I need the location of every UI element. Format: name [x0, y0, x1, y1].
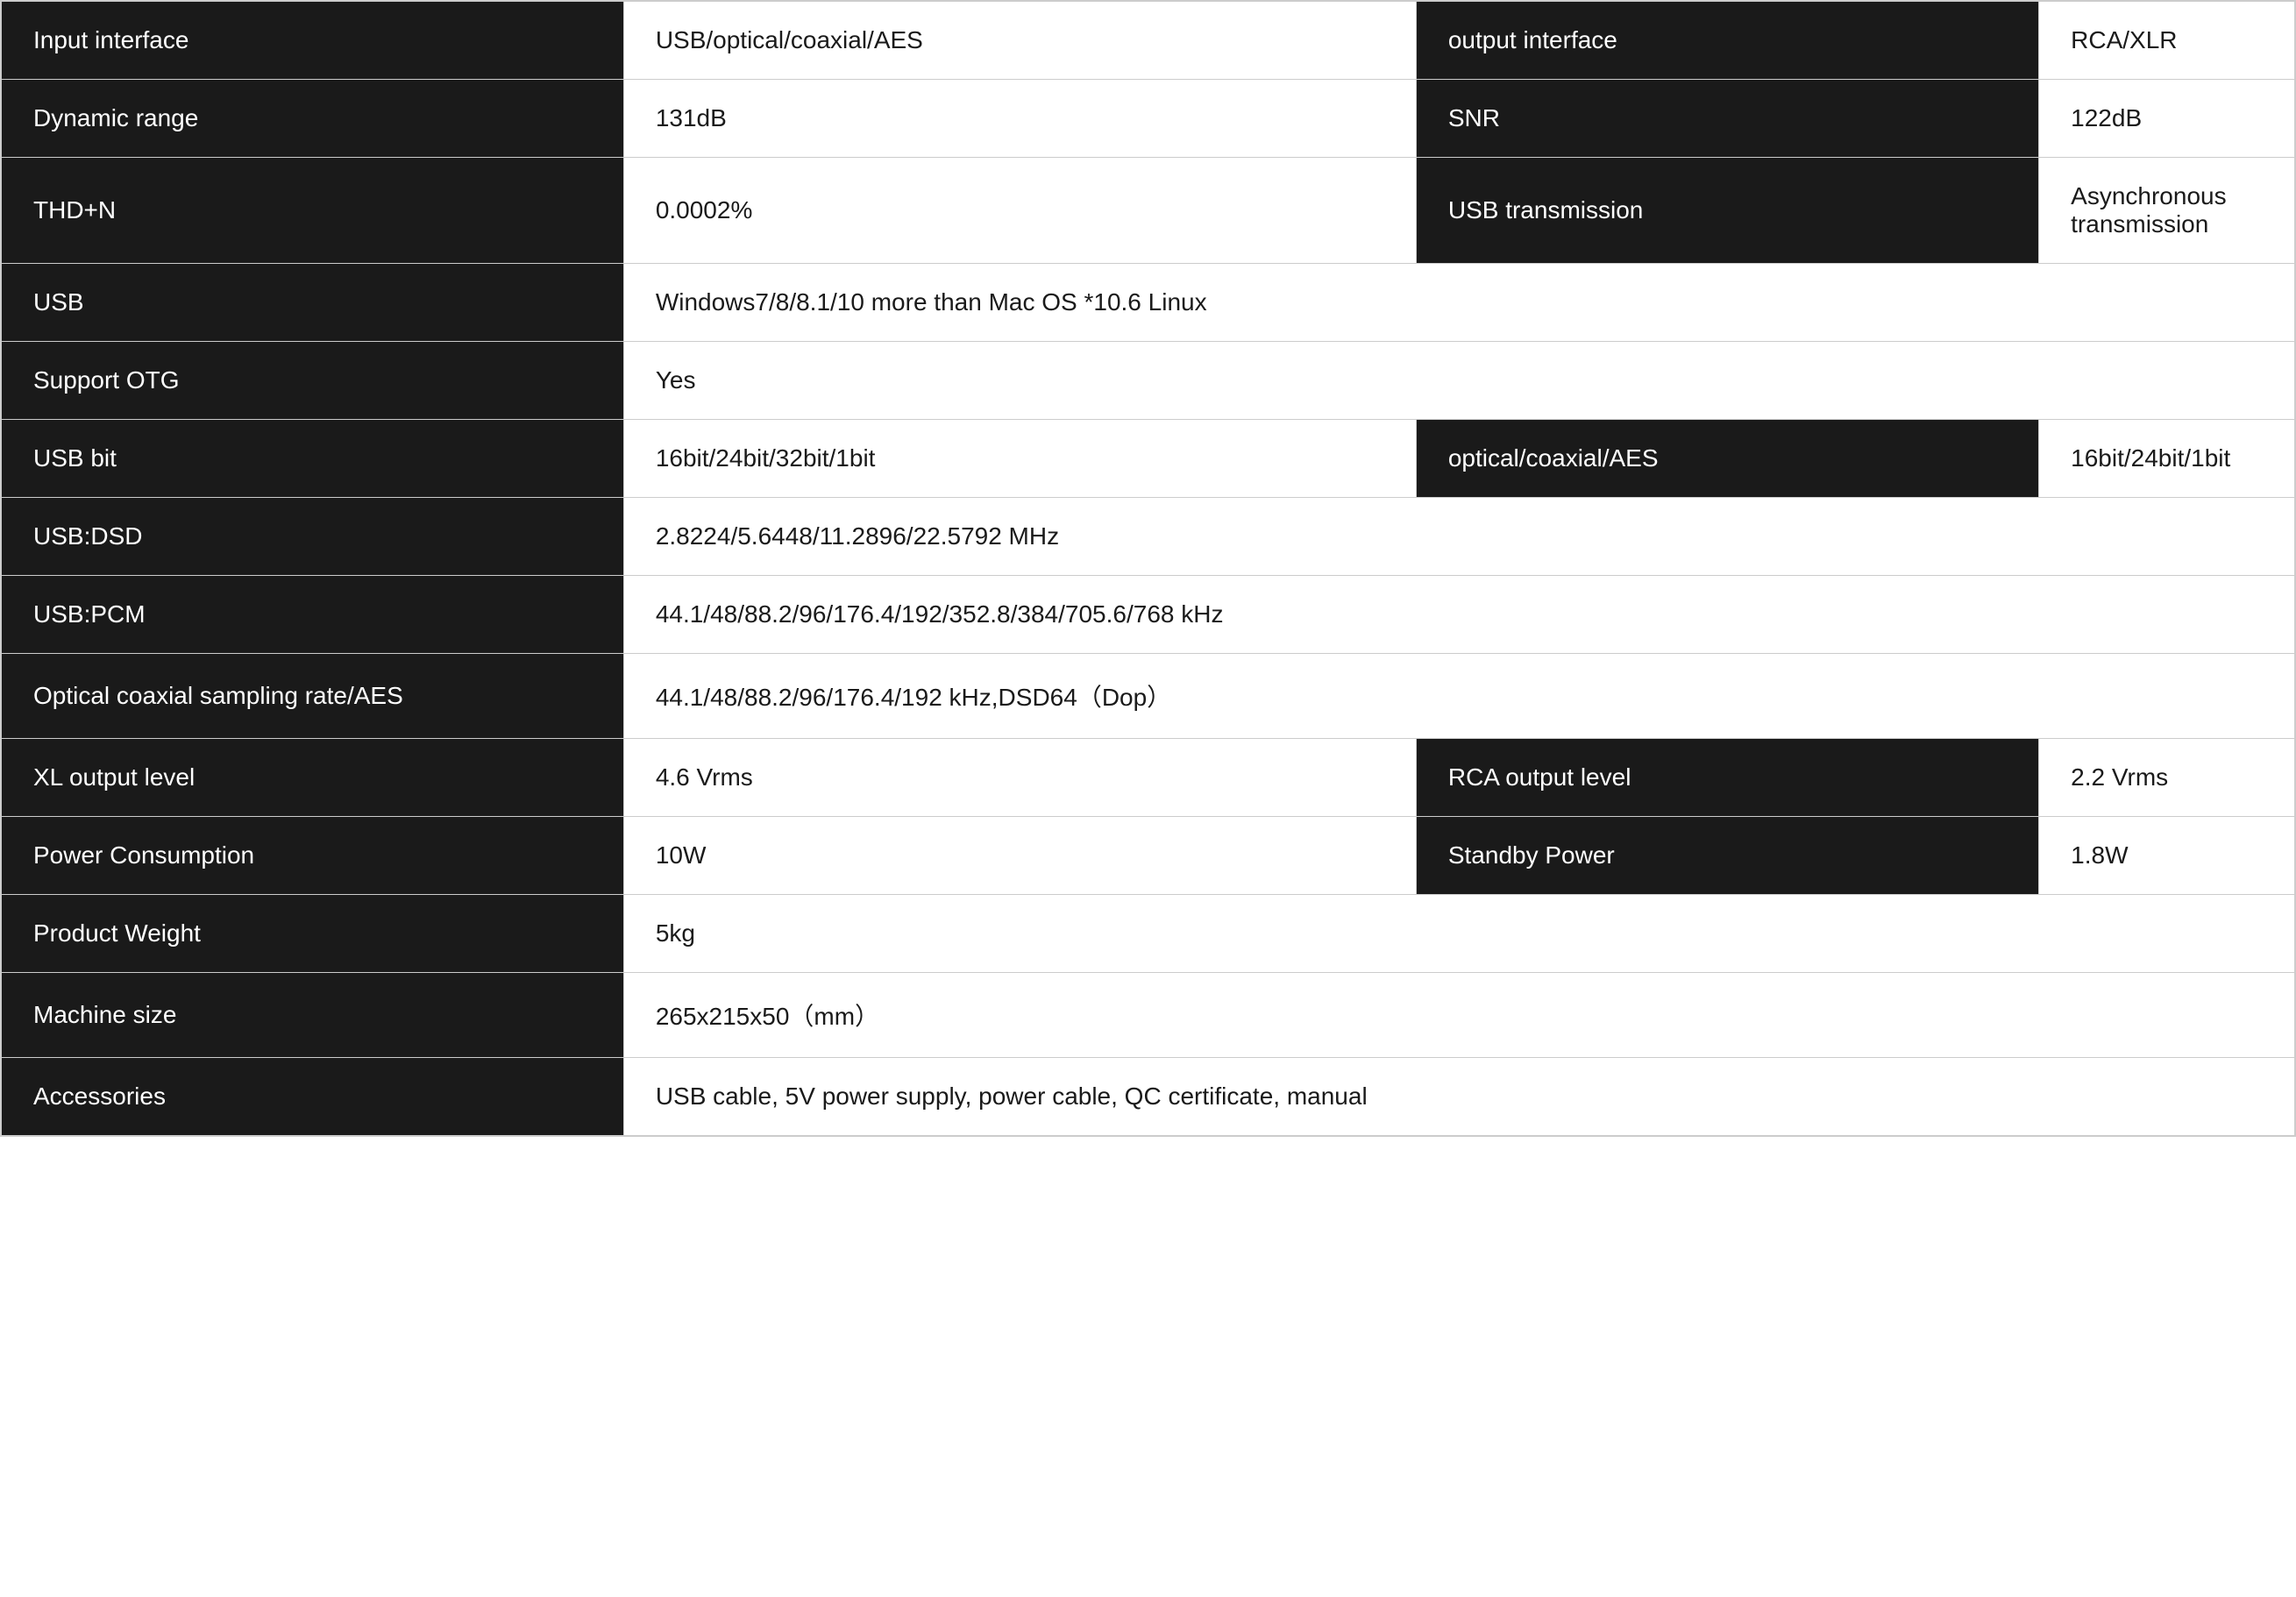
- row-value-1: 16bit/24bit/32bit/1bit: [623, 420, 1416, 498]
- row-value-wide: 2.8224/5.6448/11.2896/22.5792 MHz: [623, 498, 2295, 576]
- row-value-1: 4.6 Vrms: [623, 739, 1416, 817]
- table-row: Machine size265x215x50（mm）: [1, 973, 2295, 1058]
- row-value-wide: 44.1/48/88.2/96/176.4/192/352.8/384/705.…: [623, 576, 2295, 654]
- row-value-2: 1.8W: [2039, 817, 2295, 895]
- row-value-1: 10W: [623, 817, 1416, 895]
- row-label-2: output interface: [1416, 1, 2038, 80]
- row-value-1: 131dB: [623, 80, 1416, 158]
- table-row: THD+N0.0002%USB transmissionAsynchronous…: [1, 158, 2295, 264]
- table-row: XL output level4.6 VrmsRCA output level2…: [1, 739, 2295, 817]
- row-value-1: USB/optical/coaxial/AES: [623, 1, 1416, 80]
- table-row: AccessoriesUSB cable, 5V power supply, p…: [1, 1058, 2295, 1137]
- table-row: Input interfaceUSB/optical/coaxial/AESou…: [1, 1, 2295, 80]
- table-row: Dynamic range131dBSNR122dB: [1, 80, 2295, 158]
- table-row: USB bit16bit/24bit/32bit/1bitoptical/coa…: [1, 420, 2295, 498]
- row-value-1: 0.0002%: [623, 158, 1416, 264]
- row-value-2: RCA/XLR: [2039, 1, 2295, 80]
- table-row: USBWindows7/8/8.1/10 more than Mac OS *1…: [1, 264, 2295, 342]
- row-label: USB:DSD: [1, 498, 623, 576]
- row-label: Accessories: [1, 1058, 623, 1137]
- row-label: Machine size: [1, 973, 623, 1058]
- row-value-wide: Windows7/8/8.1/10 more than Mac OS *10.6…: [623, 264, 2295, 342]
- row-value-2: 16bit/24bit/1bit: [2039, 420, 2295, 498]
- row-label-2: USB transmission: [1416, 158, 2038, 264]
- row-label: USB:PCM: [1, 576, 623, 654]
- row-value-wide: USB cable, 5V power supply, power cable,…: [623, 1058, 2295, 1137]
- row-label: USB: [1, 264, 623, 342]
- row-label-2: SNR: [1416, 80, 2038, 158]
- row-label-1: Input interface: [1, 1, 623, 80]
- table-row: Support OTGYes: [1, 342, 2295, 420]
- row-label-2: RCA output level: [1416, 739, 2038, 817]
- table-row: Optical coaxial sampling rate/AES44.1/48…: [1, 654, 2295, 739]
- table-row: Product Weight5kg: [1, 895, 2295, 973]
- row-value-wide: 5kg: [623, 895, 2295, 973]
- row-value-wide: Yes: [623, 342, 2295, 420]
- table-row: Power Consumption10WStandby Power1.8W: [1, 817, 2295, 895]
- table-row: USB:DSD2.8224/5.6448/11.2896/22.5792 MHz: [1, 498, 2295, 576]
- row-label-1: THD+N: [1, 158, 623, 264]
- row-label: Support OTG: [1, 342, 623, 420]
- spec-table: Input interfaceUSB/optical/coaxial/AESou…: [0, 0, 2296, 1137]
- row-value-2: 2.2 Vrms: [2039, 739, 2295, 817]
- row-label-1: USB bit: [1, 420, 623, 498]
- row-label-1: XL output level: [1, 739, 623, 817]
- row-value-wide: 44.1/48/88.2/96/176.4/192 kHz,DSD64（Dop）: [623, 654, 2295, 739]
- row-value-2: 122dB: [2039, 80, 2295, 158]
- row-value-wide: 265x215x50（mm）: [623, 973, 2295, 1058]
- row-label: Product Weight: [1, 895, 623, 973]
- row-label: Optical coaxial sampling rate/AES: [1, 654, 623, 739]
- row-label-1: Dynamic range: [1, 80, 623, 158]
- row-label-2: optical/coaxial/AES: [1416, 420, 2038, 498]
- table-row: USB:PCM44.1/48/88.2/96/176.4/192/352.8/3…: [1, 576, 2295, 654]
- row-label-2: Standby Power: [1416, 817, 2038, 895]
- row-label-1: Power Consumption: [1, 817, 623, 895]
- row-value-2: Asynchronous transmission: [2039, 158, 2295, 264]
